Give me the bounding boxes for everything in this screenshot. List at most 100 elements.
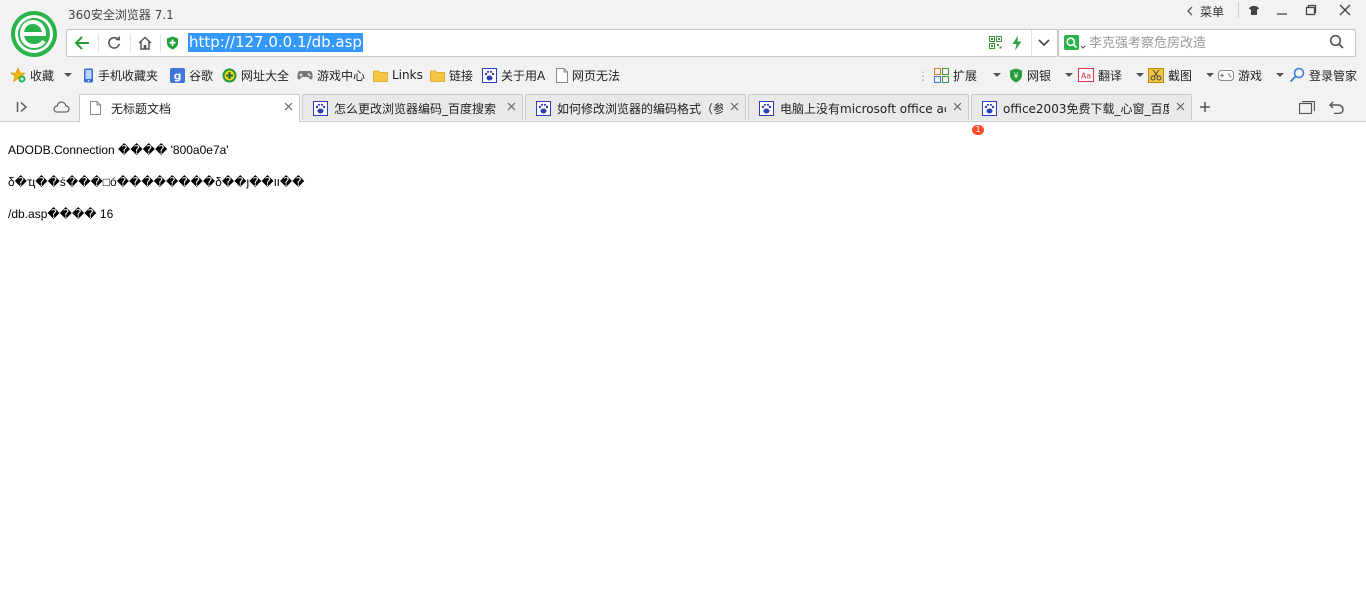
address-bar: http://127.0.0.1/db.asp: [66, 29, 1058, 57]
bookmark-label: Links: [392, 68, 423, 82]
page-icon: [90, 101, 101, 115]
home-button[interactable]: [130, 30, 160, 56]
bookmark-google[interactable]: g 谷歌: [170, 66, 213, 84]
chevron-left-icon: [1187, 6, 1193, 16]
close-icon[interactable]: [730, 102, 739, 111]
translate-button[interactable]: Aa 翻译: [1078, 66, 1145, 84]
svg-text:g: g: [174, 69, 182, 82]
bookmark-favorites[interactable]: 收藏: [10, 66, 73, 84]
login-manager-button[interactable]: 登录管家: [1289, 66, 1357, 84]
bookmark-label: 手机收藏夹: [98, 68, 159, 83]
magnifier-key-icon: [1289, 67, 1305, 83]
plus-circle-icon: [222, 68, 237, 82]
sidebar-icon: [16, 101, 28, 113]
close-icon[interactable]: [1176, 102, 1185, 111]
tab[interactable]: 怎么更改浏览器编码_百度搜索: [302, 94, 523, 120]
scissors-icon: [1148, 67, 1164, 83]
bookmark-about[interactable]: 关于用A: [482, 66, 545, 84]
window-title: 360安全浏览器 7.1: [68, 8, 174, 22]
tab-label: 电脑上没有microsoft office ac: [780, 102, 946, 116]
plus-icon: [1200, 102, 1210, 112]
home-icon: [138, 36, 152, 50]
nav-separator: [160, 34, 161, 52]
translate-icon: Aa: [1078, 68, 1094, 82]
folder-icon: [373, 70, 388, 82]
security-shield-icon[interactable]: [166, 36, 179, 50]
close-icon: [1339, 4, 1351, 16]
chevron-down-icon: [1038, 39, 1050, 47]
bookmark-game-center[interactable]: 游戏中心: [297, 66, 365, 84]
bookmark-folder-links-cn[interactable]: 链接: [430, 66, 473, 84]
page-icon: [556, 67, 568, 83]
tool-label: 扩展: [953, 68, 978, 83]
baidu-paw-icon: [482, 67, 497, 83]
new-tab-button[interactable]: [1193, 93, 1217, 121]
refresh-icon: [108, 36, 121, 49]
search-icon[interactable]: [1329, 34, 1345, 50]
tab-list-button[interactable]: [1295, 93, 1319, 121]
lightning-mode-icon[interactable]: [1011, 35, 1023, 51]
skin-button[interactable]: [1239, 0, 1269, 20]
close-window-button[interactable]: [1330, 0, 1360, 20]
refresh-button[interactable]: [99, 30, 129, 56]
folder-icon: [430, 70, 445, 82]
tab[interactable]: 电脑上没有microsoft office ac: [748, 94, 969, 120]
tab-active[interactable]: 无标题文档: [79, 94, 300, 122]
notification-badge: 1: [972, 125, 984, 135]
bookmark-page-error[interactable]: 网页无法: [556, 66, 620, 84]
baidu-paw-icon: [536, 101, 551, 116]
restore-closed-tab-button[interactable]: [1324, 93, 1348, 121]
google-icon: g: [170, 67, 185, 83]
chevron-down-icon[interactable]: [64, 73, 73, 77]
bookmark-folder-links[interactable]: Links: [373, 66, 423, 84]
bookmark-site-directory[interactable]: 网址大全: [222, 66, 289, 84]
bookmark-label: 网址大全: [241, 68, 290, 83]
menu-button[interactable]: 菜单: [1186, 2, 1224, 20]
screenshot-button[interactable]: 截图: [1148, 66, 1215, 84]
cloud-sync-button[interactable]: [49, 93, 73, 121]
gamepad-icon: [297, 71, 313, 80]
chevron-down-icon[interactable]: [1136, 73, 1145, 77]
tab-label: 怎么更改浏览器编码_百度搜索: [334, 102, 497, 116]
menu-label: 菜单: [1200, 4, 1225, 19]
bookmarks-bar: 收藏 手机收藏夹 g 谷歌 网址大全 游戏中心 Links 链接 关于用A 网页…: [0, 62, 1366, 135]
tab[interactable]: 如何修改浏览器的编码格式（参: [525, 94, 746, 120]
close-icon[interactable]: [953, 102, 962, 111]
minimize-button[interactable]: [1267, 0, 1297, 20]
maximize-button[interactable]: [1296, 0, 1326, 20]
tab-bar: 无标题文档 怎么更改浏览器编码_百度搜索 如何修改浏览器的编码格式（参 电脑上没…: [0, 93, 1366, 122]
search-engine-icon[interactable]: [1064, 35, 1086, 51]
sidebar-toggle-button[interactable]: [10, 93, 34, 121]
bookmark-mobile-favorites[interactable]: 手机收藏夹: [83, 66, 158, 84]
arrow-left-icon: [74, 36, 89, 50]
360-browser-logo-icon: [11, 11, 57, 57]
url-history-dropdown[interactable]: [1031, 30, 1056, 56]
chevron-down-icon[interactable]: [1206, 73, 1215, 77]
bookmark-label: 游戏中心: [317, 68, 366, 83]
tool-label: 登录管家: [1309, 68, 1358, 83]
online-banking-button[interactable]: ¥ 网银: [1009, 66, 1074, 84]
baidu-paw-icon: [982, 101, 997, 116]
extensions-button[interactable]: 扩展: [934, 66, 1002, 84]
error-line-3: /db.asp���� 16: [8, 207, 114, 221]
close-icon[interactable]: [284, 102, 293, 111]
search-input[interactable]: [1089, 30, 1319, 56]
chevron-down-icon[interactable]: [993, 73, 1002, 77]
chevron-down-icon[interactable]: [1276, 73, 1285, 77]
close-icon[interactable]: [507, 102, 516, 111]
tool-label: 截图: [1168, 68, 1193, 83]
svg-text:Aa: Aa: [1081, 72, 1091, 81]
back-button[interactable]: [67, 30, 97, 56]
tool-label: 翻译: [1098, 68, 1123, 83]
undo-icon: [1328, 101, 1344, 114]
game-button[interactable]: 游戏: [1218, 66, 1285, 84]
qr-code-icon[interactable]: [989, 36, 1002, 49]
url-input[interactable]: http://127.0.0.1/db.asp: [188, 33, 363, 52]
tab[interactable]: office2003免费下载_心窗_百度: [971, 94, 1192, 120]
error-line-1: ADODB.Connection ���� '800a0e7a': [8, 143, 229, 157]
minimize-icon: [1277, 13, 1287, 15]
star-icon: [10, 67, 26, 83]
baidu-paw-icon: [759, 101, 774, 116]
chevron-down-icon[interactable]: [1065, 73, 1074, 77]
baidu-paw-icon: [313, 101, 328, 116]
